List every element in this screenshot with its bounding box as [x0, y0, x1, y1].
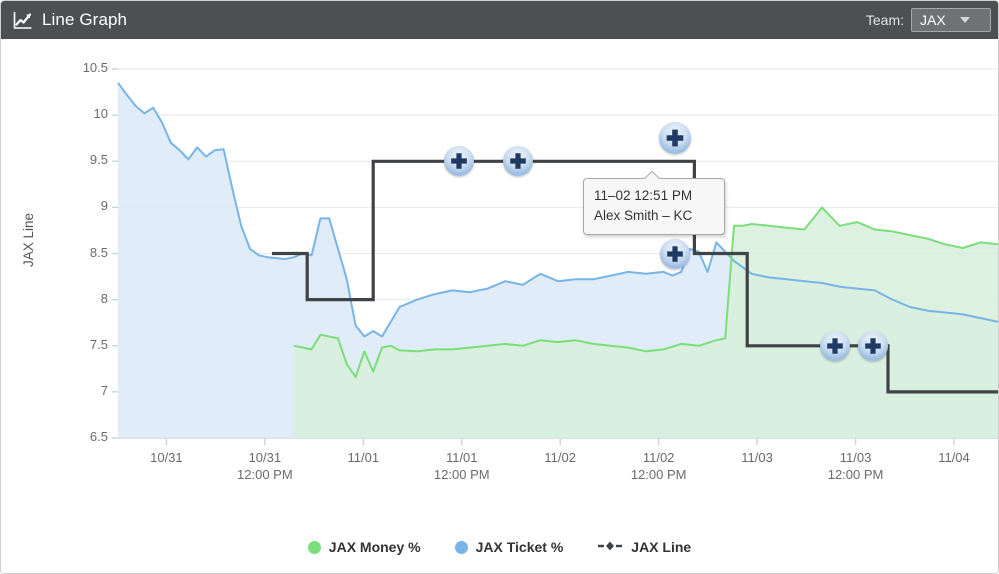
legend-item[interactable]: JAX Money % [307, 539, 421, 555]
team-select[interactable]: JAX [911, 8, 991, 32]
legend-dot-icon [307, 540, 321, 554]
legend-dot-icon [454, 540, 468, 554]
tooltip-timestamp: 11–02 12:51 PM [594, 188, 693, 203]
y-axis-tick: 9.5 [89, 152, 108, 168]
x-axis-tick-time: 12:00 PM [237, 467, 293, 482]
data-point-marker[interactable] [660, 238, 691, 269]
data-point-marker[interactable] [503, 146, 534, 177]
legend-label: JAX Line [631, 539, 692, 555]
legend-label: JAX Ticket % [475, 539, 564, 555]
y-axis-tick: 8 [100, 290, 108, 306]
line-graph-panel: Line Graph Team: JAX JAX Line 6.5 7 7.5 8 8.… [0, 0, 999, 574]
data-point-tooltip: 11–02 12:51 PM Alex Smith – KC [583, 178, 725, 235]
x-axis-tick-date: 11/04 [938, 450, 970, 465]
panel-header-right: Team: JAX [866, 1, 991, 39]
legend-dashed-diamond-icon [597, 539, 623, 555]
plus-icon [666, 129, 684, 147]
x-axis-tick: 11/04 [894, 449, 998, 466]
y-axis-tick: 10.5 [82, 60, 108, 75]
plus-icon [667, 245, 683, 262]
chart-legend: JAX Money % JAX Ticket % JAX Line [1, 539, 998, 555]
page-title: Line Graph [42, 10, 128, 29]
tooltip-detail: Alex Smith – KC [594, 208, 693, 223]
legend-item[interactable]: JAX Ticket % [454, 539, 564, 555]
y-axis-tick: 8.5 [89, 244, 108, 260]
y-axis-tick: 10 [93, 106, 108, 122]
team-label: Team: [865, 12, 904, 28]
x-axis-tick-time: 12:00 PM [433, 467, 490, 482]
chart-area: JAX Line 6.5 7 7.5 8 8.5 9 9.5 10 10.5 10/31 10/3… [1, 39, 998, 573]
panel-header-left: Line Graph [13, 1, 127, 39]
data-point-marker[interactable] [444, 146, 475, 177]
plus-icon [451, 153, 468, 170]
x-axis-tick-time: 12:00 PM [630, 467, 687, 482]
plus-icon [865, 337, 881, 354]
x-axis-tick-time: 12:00 PM [827, 467, 884, 482]
team-select-value: JAX [920, 12, 946, 28]
y-axis-tick: 6.5 [89, 429, 108, 444]
data-point-marker[interactable] [820, 330, 851, 361]
data-point-marker[interactable] [858, 330, 889, 361]
y-axis-tick: 9 [100, 198, 108, 214]
chevron-down-icon [959, 17, 970, 23]
y-axis-tick: 7.5 [89, 336, 108, 352]
legend-item[interactable]: JAX Line [597, 539, 691, 555]
legend-label: JAX Money % [328, 539, 421, 555]
tooltip-arrow [644, 171, 660, 179]
panel-header: Line Graph Team: JAX [1, 1, 998, 39]
y-axis-tick: 7 [100, 382, 108, 398]
line-chart-icon [13, 12, 32, 29]
plus-icon [510, 153, 527, 170]
plus-icon [827, 337, 843, 354]
data-point-marker[interactable] [659, 122, 692, 155]
